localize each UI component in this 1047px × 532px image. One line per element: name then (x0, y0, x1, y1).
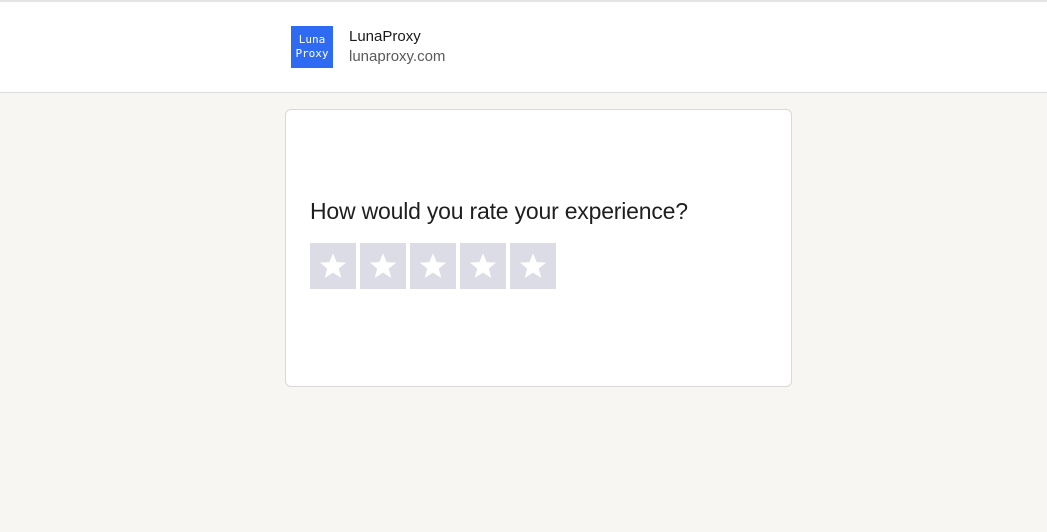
star-rating-5[interactable] (510, 243, 556, 289)
star-icon (469, 253, 497, 278)
star-rating-2[interactable] (360, 243, 406, 289)
star-rating-4[interactable] (460, 243, 506, 289)
company-logo[interactable]: Luna Proxy (291, 26, 333, 68)
star-icon (319, 253, 347, 278)
star-icon (369, 253, 397, 278)
star-icon (519, 253, 547, 278)
company-domain-link[interactable]: lunaproxy.com (349, 48, 445, 65)
star-icon (419, 253, 447, 278)
company-header: Luna Proxy LunaProxy lunaproxy.com (0, 2, 1047, 93)
logo-text-line2: Proxy (295, 47, 329, 60)
logo-text-line1: Luna (298, 33, 326, 46)
company-name[interactable]: LunaProxy (349, 28, 421, 45)
rating-card: How would you rate your experience? (285, 109, 792, 387)
star-rating (310, 243, 556, 289)
star-rating-1[interactable] (310, 243, 356, 289)
star-rating-3[interactable] (410, 243, 456, 289)
rating-question: How would you rate your experience? (310, 198, 688, 224)
